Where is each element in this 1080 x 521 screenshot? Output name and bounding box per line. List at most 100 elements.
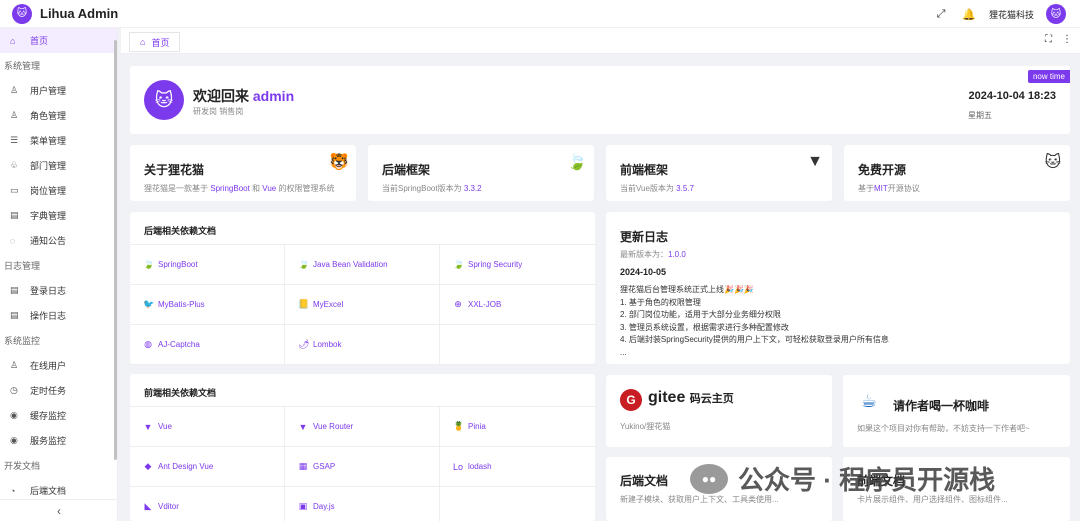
sidebar-item[interactable]: ☰ 菜单管理 [0,128,117,153]
dependency-label: Vue Router [313,422,354,431]
sidebar-item[interactable]: ◉ 缓存监控 [0,403,117,428]
dependency-label: MyExcel [313,300,344,309]
sidebar-item[interactable]: ⌂ 首页 [0,28,117,53]
sidebar-item-label: 用户管理 [30,86,67,96]
frontend-deps-title: 前端相关依赖文档 [144,388,217,398]
job-icon: ◷ [10,385,18,395]
sidebar-item[interactable]: ▤ 操作日志 [0,303,117,328]
sidebar-item[interactable]: ♙ 用户管理 [0,78,117,103]
sidebar-group-label: 开发文档 [4,461,41,471]
current-datetime: 2024-10-04 18:23 [968,90,1056,102]
dependency-link[interactable]: 📒 MyExcel [285,285,440,325]
dependency-link[interactable]: ◣ Vditor [130,487,285,521]
avatar[interactable]: 🐱 [1046,4,1066,24]
gitee-name: gitee [648,389,686,406]
tab-home[interactable]: ⌂ 首页 [129,32,181,52]
dependency-label: Lombok [313,340,342,349]
expand-icon[interactable]: ⛶ [1045,34,1052,45]
dependency-label: Ant Design Vue [158,462,214,471]
github-cat-icon: 🐱 [1044,154,1062,171]
spring-icon: 🍃 [567,154,587,171]
dependency-link[interactable]: Lo lodash [440,447,595,487]
cat-icon: 🐯 [329,154,349,171]
coffee-desc: 如果这个项目对你有帮助，不妨支持一下作者吧~ [857,424,1030,433]
dependency-link[interactable]: 🐦 MyBatis-Plus [130,285,285,325]
wechat-icon: ●● [690,463,728,494]
dependency-link[interactable]: ▼ Vue [130,407,285,447]
dependency-link[interactable]: 🍃 Java Bean Validation [285,245,440,285]
dependency-logo-icon: ⊕ [454,299,462,309]
watermark: ●● 公众号 · 程序员开源栈 [690,460,995,497]
role-icon: ♙ [10,110,19,120]
dict-icon: ▤ [10,210,19,220]
version-label: 最新版本为： [620,250,668,259]
sidebar-item[interactable]: ◷ 定时任务 [0,378,117,403]
changelog-title: 更新日志 [620,230,669,244]
dependency-link[interactable]: ⊕ XXL-JOB [440,285,595,325]
changelog-line: 狸花猫后台管理系统正式上线🎉🎉🎉 [620,285,754,294]
dependency-logo-icon: Lo [453,461,464,472]
more-icon[interactable]: ⋮ [1062,34,1072,45]
dependency-link[interactable]: ◆ Ant Design Vue [130,447,285,487]
collapse-sidebar-button[interactable]: ‹ [0,499,117,521]
coffee-card[interactable]: ☕ 请作者喝一杯咖啡 如果这个项目对你有帮助，不妨支持一下作者吧~ [843,375,1070,447]
dependency-link[interactable]: ◍ AJ-Captcha [130,325,285,365]
sidebar-item[interactable]: ◉ 服务监控 [0,428,117,453]
sidebar-scrollbar[interactable] [114,40,117,460]
desc-prefix: 当前SpringBoot版本为 [382,184,464,193]
gitee-card[interactable]: G gitee 码云主页 Yukino/狸花猫 [606,375,832,447]
sidebar-item[interactable]: ▤ 登录日志 [0,278,117,303]
welcome-roles: 研发岗 销售岗 [193,107,244,116]
dependency-link[interactable]: ▼ Vue Router [285,407,440,447]
changelog-line: 1. 基于角色的权限管理 [620,297,701,307]
info-card-title: 后端框架 [382,163,431,177]
info-card-desc: 当前Vue版本为 3.5.7 [620,183,694,194]
top-bar: 🐱 Lihua Admin ⤢ 🔔 狸花猫科技 🐱 [0,0,1080,28]
dependency-link[interactable]: ▦ GSAP [285,447,440,487]
desc-highlight: Vue [262,184,277,193]
backend-deps-title: 后端相关依赖文档 [144,226,217,236]
watermark-text: 公众号 · 程序员开源栈 [738,465,996,495]
now-time-badge: now time [1027,70,1070,83]
user-name[interactable]: 狸花猫科技 [989,8,1034,21]
desc-highlight: 3.5.7 [676,184,694,193]
top-right-tools: ⤢ 🔔 狸花猫科技 🐱 [933,4,1066,24]
desc-mid: 和 [249,184,263,193]
dependency-logo-icon: ▣ [298,501,308,511]
info-card[interactable]: 关于狸花猫 狸花猫是一款基于 SpringBoot 和 Vue 的权限管理系统 🐯 [130,145,356,201]
dependency-link[interactable]: 🍃 SpringBoot [130,245,285,285]
changelog-line: 3. 管理员系统设置，根据需求进行多种配置修改 [620,322,789,332]
fullscreen-icon[interactable]: ⤢ [933,6,949,22]
sidebar-item[interactable]: ▤ 字典管理 [0,203,117,228]
backend-deps-grid: 🍃 SpringBoot 🍃 Java Bean Validation 🍃 Spring … [130,244,595,365]
app-logo[interactable]: 🐱 [12,3,32,24]
dependency-link[interactable]: ▣ Day.js [285,487,440,521]
sidebar-item[interactable]: ▭ 岗位管理 [0,178,117,203]
sidebar-item[interactable]: ◌ 通知公告 [0,228,117,253]
info-card-desc: 当前SpringBoot版本为 3.3.2 [382,183,482,194]
dependency-link[interactable]: 🍍 Pinia [440,407,595,447]
changelog-date: 2024-10-05 [620,267,667,277]
sidebar-item-label: 部门管理 [30,161,67,171]
welcome-card: 🐱 欢迎回来 admin 研发岗 销售岗 now time 2024-10-04… [130,66,1070,134]
dependency-link[interactable]: 🌶 Lombok [285,325,440,365]
sidebar-item-label: 定时任务 [30,386,67,396]
dependency-label: Java Bean Validation [313,260,388,269]
sidebar-item-label: 服务监控 [30,436,67,446]
cache-icon: ◉ [10,410,18,420]
dependency-logo-icon: ▼ [143,421,153,432]
gitee-title: gitee 码云主页 [648,389,734,407]
info-card[interactable]: 免费开源 基于MIT开源协议 🐱 [844,145,1070,201]
sidebar-item[interactable]: ♙ 在线用户 [0,353,117,378]
dependency-link[interactable]: 🍃 Spring Security [440,245,595,285]
bell-icon[interactable]: 🔔 [961,6,977,22]
dependency-logo-icon: ◆ [144,461,152,471]
info-card[interactable]: 前端框架 当前Vue版本为 3.5.7 ▼ [606,145,832,201]
dependency-logo-icon: 🍃 [453,259,465,269]
dependency-label: lodash [468,462,492,471]
sidebar-item[interactable]: ♧ 部门管理 [0,153,117,178]
sidebar-item-label: 岗位管理 [30,186,67,196]
sidebar-item-label: 缓存监控 [30,411,67,421]
sidebar-item[interactable]: ♙ 角色管理 [0,103,117,128]
info-card[interactable]: 后端框架当前SpringBoot版本为 3.3.2 🍃 [368,145,594,201]
